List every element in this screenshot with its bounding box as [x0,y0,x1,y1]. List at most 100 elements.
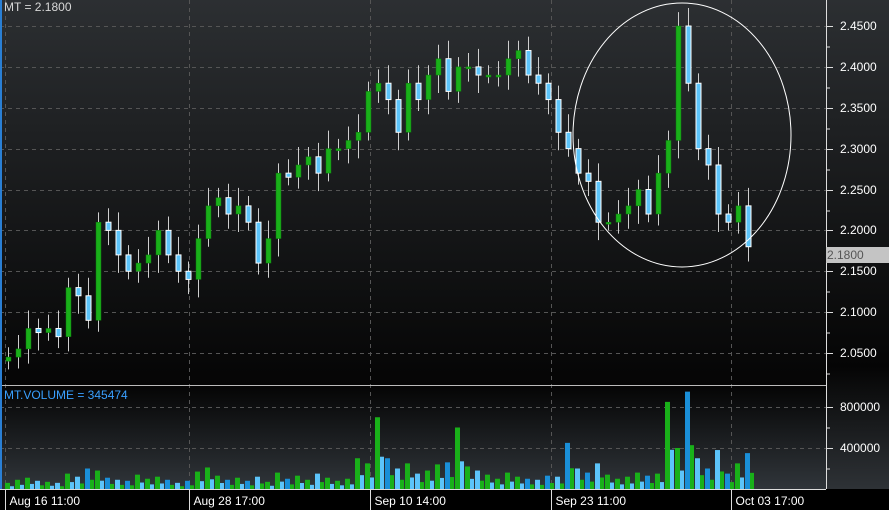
candle-down [525,50,532,76]
candle-up [435,58,442,76]
volume-bar [540,484,544,489]
volume-bar [735,463,740,489]
volume-bar [565,442,570,489]
volume-bar [65,473,70,489]
volume-bar [450,477,454,489]
volume-bar [210,479,214,489]
volume-bar [235,477,240,489]
candle-up [625,205,632,215]
volume-bar [310,484,314,489]
volume-bar [430,480,434,489]
volume-bar [60,486,64,489]
candle-down [225,197,232,215]
candle-down [75,287,82,297]
volume-bar [15,479,20,489]
volume-bar [360,475,364,489]
volume-bar [515,476,520,489]
candle-up [45,328,52,333]
candle-up [215,197,222,207]
volume-bar [550,483,554,489]
volume-bar [270,485,274,489]
price-tick-label: 2.4500 [840,18,877,33]
candle-up [635,189,642,207]
volume-bar [605,474,610,489]
time-tick-label: Sep 10 14:00 [374,494,446,508]
candle-up [655,172,662,215]
volume-bar [220,483,224,489]
volume-bar [675,448,680,489]
volume-bar [10,486,14,489]
volume-bar [75,476,80,489]
volume-bar [665,401,670,489]
candle-up [495,74,502,78]
volume-bar [245,480,250,489]
volume-bar [195,471,200,489]
price-tick-label: 2.1000 [840,304,877,319]
candle-up [505,58,512,76]
candle-up [5,356,12,362]
volume-bar [720,471,724,489]
volume-bar [20,484,24,489]
volume-bar [425,470,430,489]
price-tick-label: 2.1500 [840,263,877,278]
volume-bar [190,485,194,489]
volume-bar [275,472,280,489]
volume-bar [175,482,180,489]
volume-bar [555,476,560,489]
volume-bar [655,473,660,489]
volume-bar [560,483,564,489]
price-tick-label: 2.3000 [840,141,877,156]
volume-bar [5,482,10,489]
volume-bar [500,484,504,489]
volume-bar [465,466,470,489]
volume-bar [640,481,644,489]
volume-bar [590,481,594,489]
volume-bar [355,458,360,489]
candle-down [705,148,712,166]
volume-bar [620,484,624,489]
volume-bar [290,484,294,489]
time-tick-label: Aug 16 11:00 [9,494,81,508]
last-price-label: 2.1800 [827,248,864,262]
candle-up [195,238,202,280]
volume-bar [45,481,50,489]
candle-up [325,148,332,174]
volume-bar [595,463,600,489]
volume-bar [680,470,684,489]
volume-bar [455,427,460,489]
volume-bar [240,483,244,489]
volume-bar [345,478,350,489]
volume-bar [315,473,320,489]
volume-bar [325,477,330,489]
candle-up [405,82,412,133]
volume-bar [35,480,40,489]
price-series-label: MT = 2.1800 [4,0,72,14]
candle-up [675,25,682,141]
volume-bar [160,483,164,489]
candle-up [295,164,302,178]
volume-bar [105,477,110,489]
volume-bar [185,480,190,489]
volume-bar [530,484,534,489]
volume-bar [715,450,720,489]
volume-bar [135,474,140,489]
volume-bar [545,475,550,489]
volume-bar [420,482,424,489]
candle-down [285,172,292,178]
candle-up [665,140,672,174]
candle-down [255,221,262,264]
volume-bar [350,484,354,489]
candle-down [185,270,192,280]
volume-bar [575,468,580,489]
volume-bar [730,482,734,489]
volume-tick-label: 800000 [840,399,881,414]
time-tick-label: Oct 03 17:00 [735,494,805,508]
volume-bar [255,476,260,489]
price-tick-label: 2.2500 [840,182,877,197]
volume-bar [285,478,290,489]
candle-down [555,99,562,133]
candle-down [105,221,112,231]
candle-up [265,238,272,264]
volume-bar [660,482,664,489]
volume-bar [295,475,300,489]
